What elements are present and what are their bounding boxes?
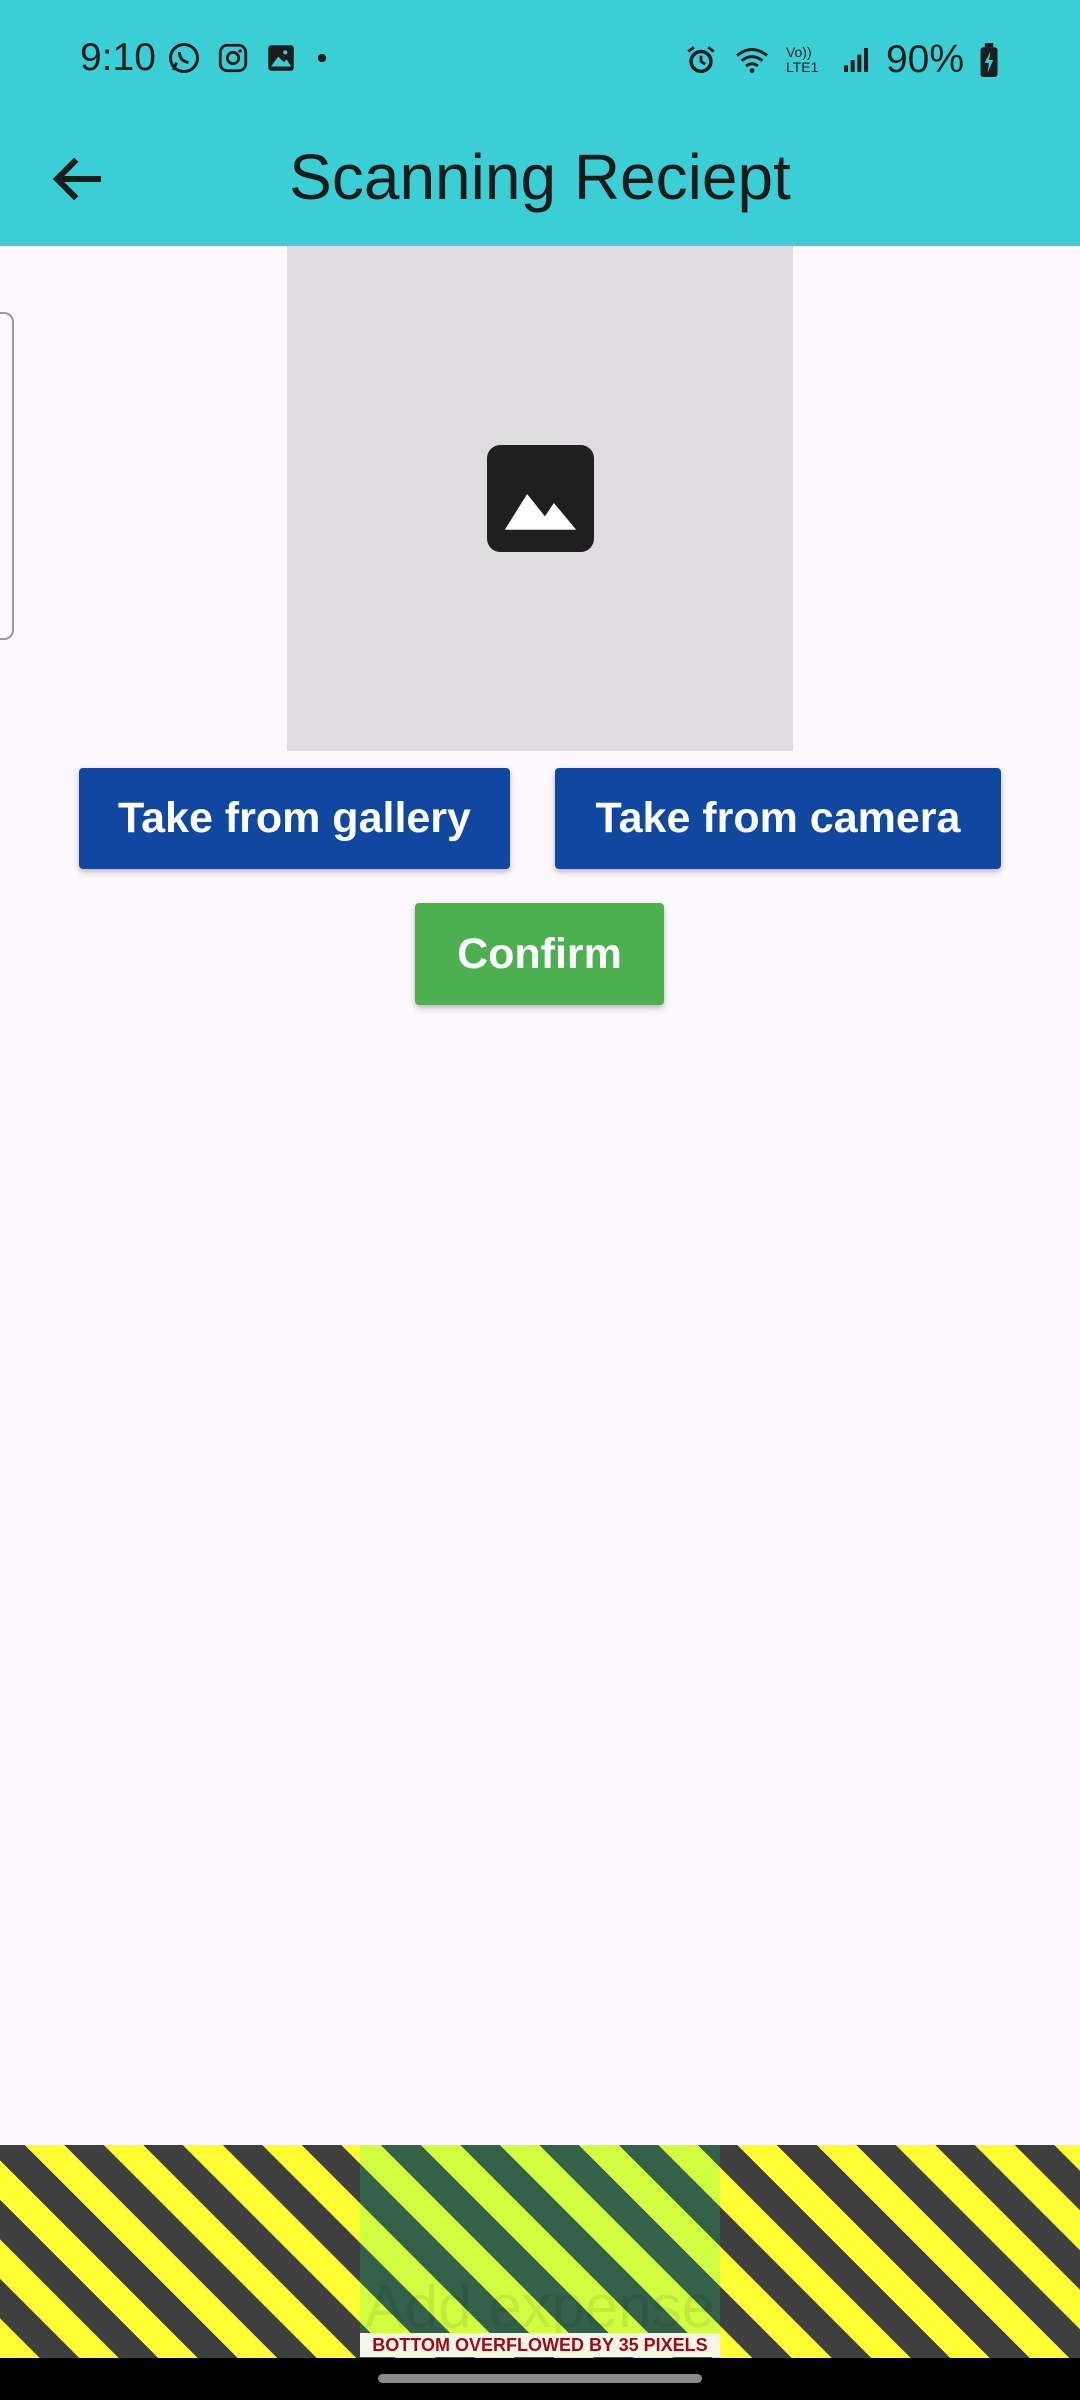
gallery-icon [268, 45, 294, 71]
signal-icon [843, 48, 868, 72]
battery-charging-icon [980, 43, 998, 77]
status-bar: 9:10 Vo)) LTE1 90% [0, 0, 1080, 122]
page-title: Scanning Reciept [289, 141, 791, 213]
volte-icon: Vo)) LTE1 [785, 44, 819, 75]
notification-icons [166, 40, 332, 76]
overflow-warning-stripes: Add expense [0, 2145, 1080, 2358]
home-indicator[interactable] [378, 2374, 702, 2383]
app-bar: Scanning Reciept [0, 122, 1080, 246]
overflowing-widget: Add expense [360, 2145, 720, 2358]
dot-icon [317, 53, 327, 63]
system-icons: Vo)) LTE1 90% [684, 38, 1000, 82]
battery-level: 90% [885, 38, 964, 81]
take-from-camera-button[interactable]: Take from camera [555, 768, 1001, 869]
side-drawer-handle[interactable] [0, 312, 14, 640]
receipt-image-preview [287, 246, 793, 751]
alarm-icon [687, 46, 715, 74]
status-time: 9:10 [80, 36, 156, 79]
wifi-icon [736, 48, 768, 73]
whatsapp-icon [169, 43, 199, 73]
image-placeholder-icon [487, 445, 594, 552]
instagram-icon [218, 43, 248, 73]
overflow-error-text: BOTTOM OVERFLOWED BY 35 PIXELS [360, 2333, 720, 2357]
take-from-gallery-button[interactable]: Take from gallery [79, 768, 510, 869]
navigation-bar [0, 2358, 1080, 2400]
add-expense-label: Add expense [364, 2273, 716, 2340]
confirm-button[interactable]: Confirm [415, 903, 664, 1005]
